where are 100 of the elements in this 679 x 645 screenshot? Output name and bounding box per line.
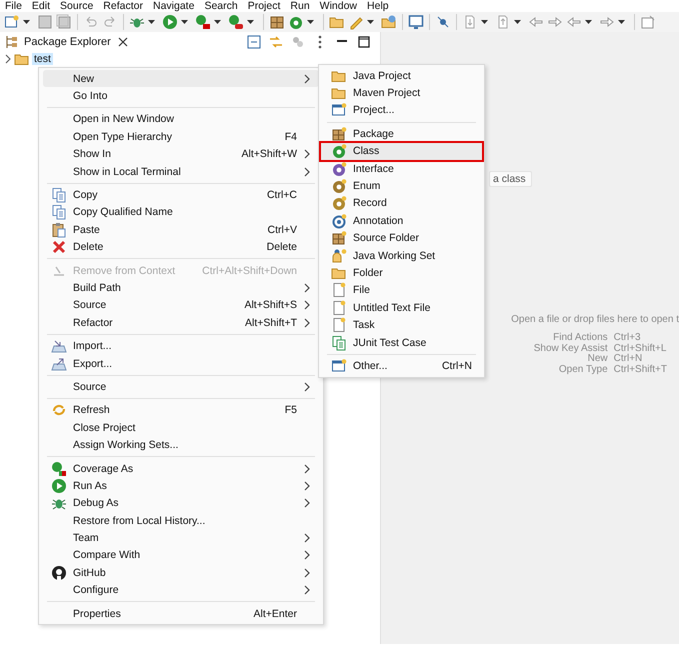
menu-item[interactable]: Assign Working Sets... [43, 436, 319, 454]
github-icon [51, 564, 67, 581]
pin-editor-icon[interactable] [640, 14, 656, 30]
collapse-all-icon[interactable] [246, 34, 262, 50]
view-tab-title[interactable]: Package Explorer [24, 36, 111, 48]
chevron-right-icon [303, 300, 311, 310]
save-all-icon[interactable] [56, 14, 72, 30]
save-icon[interactable] [37, 14, 53, 30]
dropdown-caret-icon[interactable] [367, 20, 374, 24]
editor-hint: Open a file or drop files here to open t [511, 314, 679, 325]
menu-bar-item[interactable]: File [0, 0, 27, 12]
dropdown-caret-icon[interactable] [148, 20, 155, 24]
task-icon [331, 317, 347, 334]
tree-item[interactable]: test [32, 53, 53, 65]
working-set-icon [331, 248, 347, 264]
package-icon [331, 126, 347, 142]
menu-item[interactable]: Debug As [43, 494, 319, 512]
menu-item[interactable]: Class [319, 140, 484, 162]
menu-item[interactable]: Untitled Text File [323, 299, 480, 316]
edit-forward-icon[interactable] [547, 14, 563, 30]
menu-item[interactable]: Import... [43, 337, 319, 355]
dropdown-caret-icon[interactable] [307, 20, 314, 24]
menu-item[interactable]: Compare With [43, 546, 319, 564]
menu-item[interactable]: Go Into [43, 87, 319, 105]
menu-bar-item[interactable]: Window [314, 0, 362, 12]
dropdown-caret-icon[interactable] [514, 20, 521, 24]
dropdown-caret-icon[interactable] [23, 20, 30, 24]
external-tool-icon[interactable] [228, 14, 244, 30]
menu-bar-item[interactable]: Refactor [98, 0, 148, 12]
menu-item[interactable]: Interface [323, 160, 480, 178]
menu-bar-item[interactable]: Search [199, 0, 243, 12]
menu-item[interactable]: Java Working Set [323, 246, 480, 264]
menu-item[interactable]: Run As [43, 477, 319, 495]
menu-item[interactable]: Coverage As [43, 460, 319, 478]
dropdown-caret-icon[interactable] [481, 20, 488, 24]
menu-item[interactable]: File [323, 282, 480, 300]
maximize-icon[interactable] [356, 34, 372, 50]
menu-item[interactable]: Record [323, 194, 480, 212]
menu-item[interactable]: Show in Local Terminal [43, 162, 319, 180]
package-explorer-icon [4, 34, 20, 50]
menu-item[interactable]: Project... [323, 102, 480, 120]
menu-item[interactable]: Package [323, 125, 480, 143]
menu-item[interactable]: Refactor Alt+Shift+T [43, 314, 319, 332]
menu-item[interactable]: Show In Alt+Shift+W [43, 146, 319, 163]
menu-item[interactable]: Folder [323, 264, 480, 282]
menu-item[interactable]: Export... [43, 354, 319, 372]
menu-item[interactable]: Annotation [323, 212, 480, 230]
menu-item[interactable]: Restore from Local History... [43, 512, 319, 530]
menu-item[interactable]: Copy Qualified Name [43, 204, 319, 222]
hint-action: Show Key Assist [534, 344, 608, 354]
chevron-right-icon [303, 318, 311, 328]
other-icon [331, 358, 347, 374]
menu-item[interactable]: GitHub [43, 564, 319, 582]
copy-icon [51, 187, 67, 204]
dropdown-caret-icon[interactable] [181, 20, 188, 24]
menu-bar-item[interactable]: Source [55, 0, 98, 12]
run-icon[interactable] [162, 14, 178, 30]
menu-item[interactable]: Other... Ctrl+N [323, 357, 480, 375]
chevron-right-icon [303, 585, 311, 596]
menu-item[interactable]: Properties Alt+Enter [43, 604, 319, 622]
class-icon[interactable] [288, 14, 304, 30]
menu-bar-item[interactable]: Help [362, 0, 394, 12]
coverage-icon[interactable] [195, 14, 211, 30]
hint-shortcut: Ctrl+3 [614, 333, 642, 344]
menu-item[interactable]: Copy Ctrl+C [43, 186, 319, 204]
menu-item[interactable]: Open Type Hierarchy F4 [43, 128, 319, 146]
dropdown-caret-icon[interactable] [247, 20, 254, 24]
last-edit-icon[interactable] [528, 14, 544, 30]
menu-item[interactable]: Task [323, 316, 480, 334]
dropdown-caret-icon[interactable] [618, 20, 625, 24]
menu-item[interactable]: Java Project [323, 67, 480, 84]
dropdown-caret-icon[interactable] [585, 20, 592, 24]
menu-item[interactable]: Team [43, 529, 319, 547]
menu-bar-item[interactable]: Edit [26, 0, 56, 12]
folder-globe-icon[interactable] [381, 14, 397, 30]
menu-item[interactable]: Delete Delete [43, 238, 319, 256]
menu-item[interactable]: Refresh F5 [43, 402, 319, 420]
menu-item[interactable]: Build Path [43, 279, 319, 297]
menu-item[interactable]: Source Alt+Shift+S [43, 296, 319, 314]
new-icon[interactable] [4, 14, 20, 30]
menu-item[interactable]: Paste Ctrl+V [43, 221, 319, 239]
expand-chevron-icon[interactable] [4, 54, 12, 64]
menu-item[interactable]: Enum [323, 177, 480, 195]
console-icon[interactable] [408, 14, 424, 30]
menu-item[interactable]: Maven Project [323, 84, 480, 102]
menu-item[interactable]: Configure [43, 582, 319, 599]
package-icon[interactable] [269, 14, 285, 30]
menu-bar-item[interactable]: Navigate [148, 0, 200, 12]
menu-item[interactable]: Open in New Window [43, 110, 319, 128]
menu-item[interactable]: JUnit Test Case [323, 334, 480, 352]
project-icon [331, 102, 347, 118]
menu-item[interactable]: Source Folder [323, 230, 480, 247]
menu-bar-item[interactable]: Project [242, 0, 286, 12]
dropdown-caret-icon[interactable] [214, 20, 221, 24]
menu-item[interactable]: Source [43, 378, 319, 396]
import-icon [51, 338, 67, 354]
link-icon[interactable] [435, 14, 451, 30]
menu-item[interactable]: Close Project [43, 419, 319, 436]
menu-item[interactable]: New [43, 70, 319, 88]
menu-bar-item[interactable]: Run [285, 0, 315, 12]
